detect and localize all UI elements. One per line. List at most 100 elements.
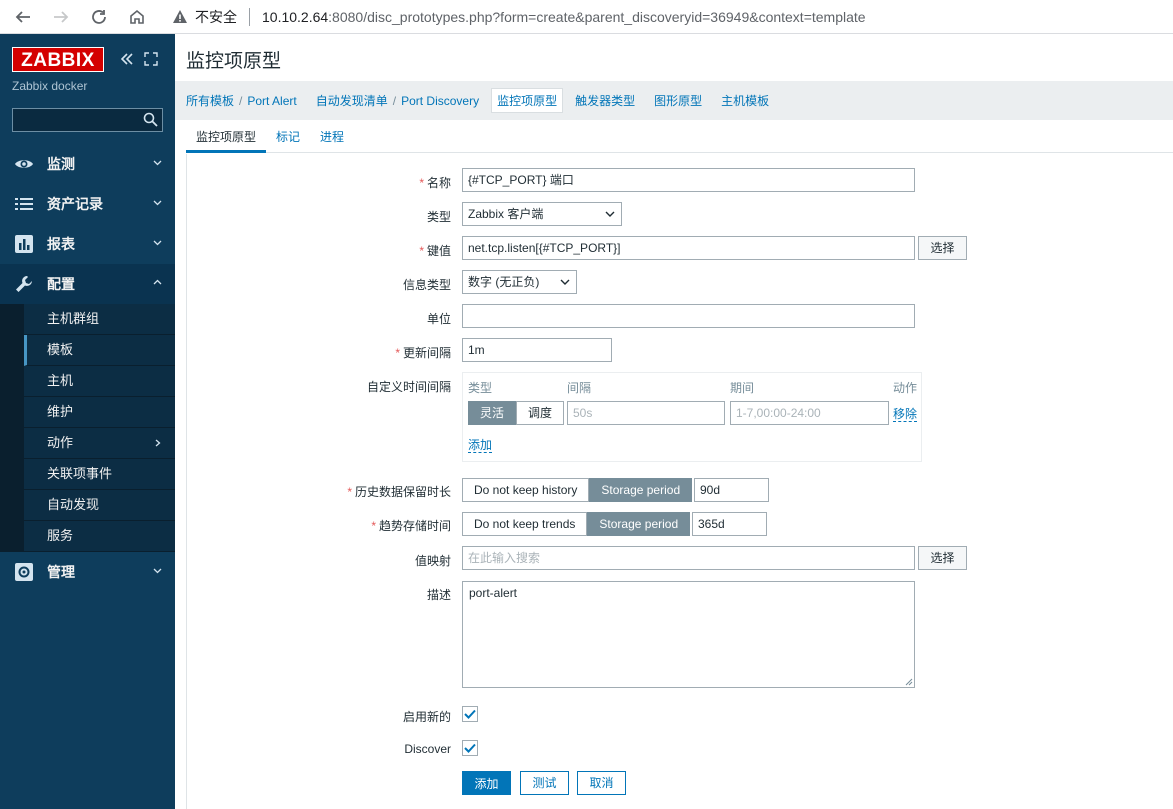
- form-tabs: 监控项原型 标记 进程: [186, 122, 1173, 153]
- reload-button[interactable]: [84, 2, 114, 32]
- valuemap-input[interactable]: 在此输入搜索: [462, 546, 915, 570]
- flex-interval-input[interactable]: 50s: [567, 401, 725, 425]
- history-storage-option[interactable]: Storage period: [589, 478, 693, 502]
- gear-icon: [14, 562, 34, 582]
- type-select[interactable]: Zabbix 客户端: [462, 202, 622, 226]
- breadcrumb-host-prototypes[interactable]: 主机模板: [721, 92, 769, 109]
- breadcrumb-trigger-prototypes[interactable]: 触发器类型: [575, 92, 635, 109]
- required-marker: *: [419, 244, 424, 258]
- key-input[interactable]: net.tcp.listen[{#TCP_PORT}]: [462, 236, 915, 260]
- sidebar-search-input[interactable]: [12, 108, 163, 132]
- security-warning[interactable]: 不安全: [172, 7, 237, 27]
- breadcrumb-discovery-rule[interactable]: Port Discovery: [401, 94, 479, 108]
- resize-handle-icon[interactable]: [905, 678, 913, 686]
- breadcrumb-graph-prototypes[interactable]: 图形原型: [654, 92, 702, 109]
- required-marker: *: [395, 346, 400, 360]
- zabbix-logo[interactable]: ZABBIX: [12, 47, 104, 72]
- url-text[interactable]: 10.10.2.64:8080/disc_prototypes.php?form…: [262, 9, 866, 25]
- submenu-hosts[interactable]: 主机: [24, 366, 175, 397]
- custom-intervals-label: 自定义时间间隔: [366, 380, 451, 394]
- valuemap-select-button[interactable]: 选择: [918, 546, 967, 570]
- discover-checkbox[interactable]: [462, 740, 478, 756]
- submenu-label: 动作: [47, 435, 74, 450]
- history-label: * 历史数据保留时长: [347, 483, 451, 500]
- menu-item-inventory[interactable]: 资产记录: [0, 184, 175, 224]
- add-interval-link[interactable]: 添加: [468, 436, 493, 453]
- menu-label: 配置: [47, 276, 75, 292]
- units-input[interactable]: [462, 304, 915, 328]
- remove-link-text: 移除: [893, 407, 918, 422]
- menu-item-configuration[interactable]: 配置: [0, 264, 175, 304]
- key-label: * 键值: [419, 242, 451, 259]
- column-action: 动作: [893, 381, 918, 395]
- scheduling-option[interactable]: 调度: [516, 401, 565, 425]
- tab-tags[interactable]: 标记: [266, 122, 310, 153]
- bar-chart-icon: [14, 234, 34, 254]
- tab-item-prototype[interactable]: 监控项原型: [186, 122, 267, 153]
- browser-toolbar: 不安全 10.10.2.64:8080/disc_prototypes.php?…: [0, 0, 1173, 34]
- breadcrumb-item-prototypes[interactable]: 监控项原型: [491, 88, 564, 113]
- submenu-event-correlation[interactable]: 关联项事件: [24, 459, 175, 490]
- kiosk-mode-icon[interactable]: [144, 52, 158, 66]
- breadcrumb-template[interactable]: Port Alert: [247, 94, 296, 108]
- add-button[interactable]: 添加: [462, 771, 511, 795]
- info-type-select[interactable]: 数字 (无正负): [462, 270, 577, 294]
- checkmark-icon: [464, 709, 476, 719]
- chevron-right-icon: [155, 439, 161, 447]
- main-menu: 监测 资产记录 报表 配置 主机群组 模板 主机 维护 动作 关联项事件 自动发…: [0, 144, 175, 592]
- breadcrumb: 所有模板 / Port Alert 自动发现清单 / Port Discover…: [175, 81, 1173, 120]
- chevron-down-icon: [153, 240, 162, 246]
- address-bar[interactable]: 不安全 10.10.2.64:8080/disc_prototypes.php?…: [172, 2, 1173, 32]
- eye-icon: [14, 154, 34, 174]
- required-marker: *: [419, 176, 424, 190]
- trends-period-input[interactable]: 365d: [692, 512, 767, 536]
- submenu-actions[interactable]: 动作: [24, 428, 175, 459]
- test-button[interactable]: 测试: [520, 771, 569, 795]
- submenu-services[interactable]: 服务: [24, 521, 175, 552]
- breadcrumb-discovery-list[interactable]: 自动发现清单: [316, 92, 388, 109]
- home-button[interactable]: [122, 2, 152, 32]
- back-button[interactable]: [8, 2, 38, 32]
- enable-checkbox[interactable]: [462, 706, 478, 722]
- remove-interval-link[interactable]: 移除: [893, 405, 918, 422]
- cancel-button[interactable]: 取消: [577, 771, 626, 795]
- description-label: 描述: [426, 588, 451, 602]
- tab-preprocessing[interactable]: 进程: [310, 122, 354, 153]
- breadcrumb-all-templates[interactable]: 所有模板: [186, 92, 234, 109]
- info-type-label: 信息类型: [402, 278, 451, 292]
- submenu-templates[interactable]: 模板: [24, 335, 175, 366]
- menu-label: 资产记录: [47, 196, 103, 212]
- key-select-button[interactable]: 选择: [918, 236, 967, 260]
- menu-label: 报表: [47, 236, 75, 252]
- submenu-discovery[interactable]: 自动发现: [24, 490, 175, 521]
- breadcrumb-separator: /: [392, 93, 397, 108]
- trends-no-keep-option[interactable]: Do not keep trends: [462, 512, 588, 536]
- submenu-maintenance[interactable]: 维护: [24, 397, 175, 428]
- forward-button[interactable]: [46, 2, 76, 32]
- chevron-up-icon: [153, 279, 162, 285]
- history-no-keep-option[interactable]: Do not keep history: [462, 478, 590, 502]
- flexible-option[interactable]: 灵活: [468, 401, 517, 425]
- menu-item-monitoring[interactable]: 监测: [0, 144, 175, 184]
- label-text: 名称: [426, 176, 451, 190]
- description-textarea[interactable]: port-alert: [462, 581, 915, 688]
- server-name: Zabbix docker: [12, 79, 88, 93]
- checkmark-icon: [464, 743, 476, 753]
- trends-storage-option[interactable]: Storage period: [587, 512, 691, 536]
- interval-input[interactable]: 1m: [462, 338, 612, 362]
- sidebar: ZABBIX Zabbix docker 监测 资产记录 报表 配置 主机群组 …: [0, 34, 175, 809]
- enable-label: 启用新的: [402, 710, 451, 724]
- history-period-input[interactable]: 90d: [694, 478, 769, 502]
- security-label: 不安全: [195, 8, 237, 25]
- collapse-sidebar-icon[interactable]: [119, 51, 135, 67]
- name-input[interactable]: {#TCP_PORT} 端口: [462, 168, 915, 192]
- menu-item-reports[interactable]: 报表: [0, 224, 175, 264]
- home-icon: [130, 9, 144, 24]
- add-link-text: 添加: [468, 438, 493, 453]
- flex-period-input[interactable]: 1-7,00:00-24:00: [730, 401, 889, 425]
- menu-item-administration[interactable]: 管理: [0, 552, 175, 592]
- warning-icon: [173, 9, 187, 23]
- reload-icon: [92, 9, 106, 24]
- submenu-host-groups[interactable]: 主机群组: [24, 304, 175, 335]
- page-title: 监控项原型: [186, 51, 282, 72]
